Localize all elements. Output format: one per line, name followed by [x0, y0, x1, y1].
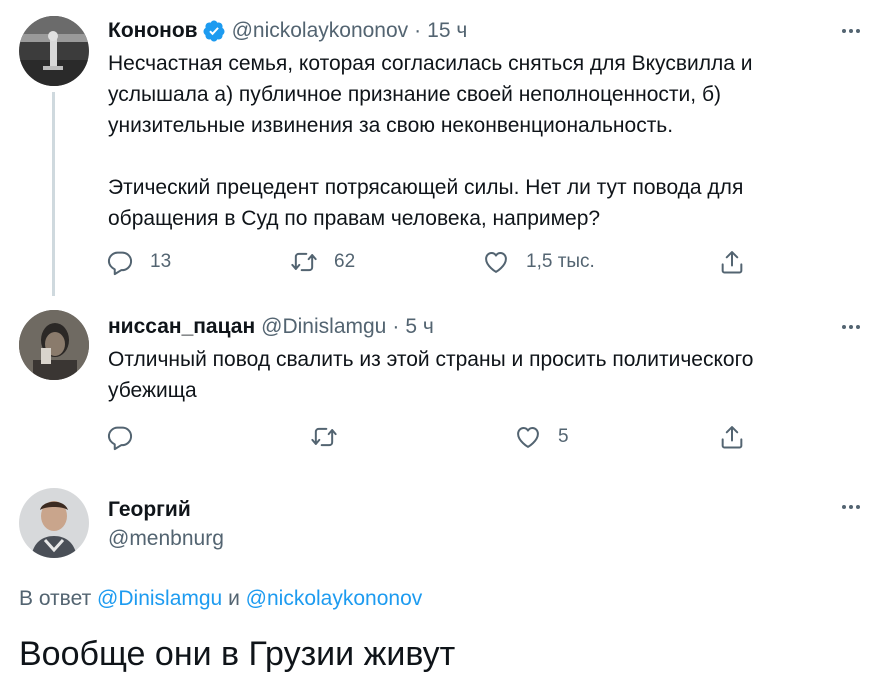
reply-icon: [106, 423, 134, 451]
tweet-timestamp[interactable]: 5 ч: [405, 315, 433, 339]
avatar-georgiy[interactable]: [19, 488, 89, 558]
like-button[interactable]: 5: [514, 420, 569, 454]
author-handle[interactable]: @Dinislamgu: [261, 315, 386, 339]
retweet-icon: [310, 423, 338, 451]
tweet-nissan[interactable]: ниссан_пацан @Dinislamgu · 5 ч Отличный …: [0, 300, 886, 470]
author-name[interactable]: ниссан_пацан: [108, 315, 255, 339]
tweet-actions: 13 62 1,5 тыс.: [106, 245, 766, 279]
tweet-actions: 5: [106, 420, 766, 454]
retweet-icon: [290, 248, 318, 276]
author-handle[interactable]: @menbnurg: [108, 527, 224, 551]
separator-dot: ·: [392, 315, 400, 338]
replying-to-link-dinislamgu[interactable]: @Dinislamgu: [97, 587, 222, 610]
verified-badge-icon: [202, 19, 226, 43]
avatar-nissan[interactable]: [19, 310, 89, 380]
like-button[interactable]: 1,5 тыс.: [482, 245, 595, 279]
tweet-text: Отличный повод свалить из этой страны и …: [108, 348, 754, 402]
author-name[interactable]: Кононов: [108, 19, 198, 43]
heart-icon: [482, 248, 510, 276]
tweet-header: ниссан_пацан @Dinislamgu · 5 ч: [108, 312, 434, 342]
tweet-kononov[interactable]: Кононов @nickolaykononov · 15 ч Несчастн…: [0, 0, 886, 300]
reply-count: 13: [150, 251, 172, 272]
replying-prefix: В ответ: [19, 587, 92, 610]
tweet-main: Георгий @menbnurg В ответ @Dinislamgu и …: [0, 470, 886, 692]
heart-icon: [514, 423, 542, 451]
share-icon: [718, 423, 746, 451]
tweet-timestamp[interactable]: 15 ч: [427, 19, 467, 43]
retweet-count: 62: [334, 251, 356, 272]
share-button[interactable]: [718, 420, 746, 454]
retweet-button[interactable]: [310, 420, 338, 454]
author-name[interactable]: Георгий: [108, 498, 191, 522]
reply-icon: [106, 248, 134, 276]
replying-to-link-nickolaykononov[interactable]: @nickolaykononov: [246, 587, 423, 610]
reply-button[interactable]: 13: [106, 245, 171, 279]
replying-to: В ответ @Dinislamgu и @nickolaykononov: [19, 587, 422, 611]
separator-dot: ·: [414, 19, 422, 42]
replying-and: и: [228, 587, 240, 610]
more-options-icon[interactable]: [838, 18, 864, 44]
share-icon: [718, 248, 746, 276]
retweet-button[interactable]: 62: [290, 245, 355, 279]
like-count: 5: [558, 426, 569, 447]
tweet-text: Несчастная семья, которая согласилась сн…: [108, 52, 753, 230]
tweet-header: Кононов @nickolaykononov · 15 ч: [108, 16, 467, 46]
share-button[interactable]: [718, 245, 746, 279]
more-options-icon[interactable]: [838, 494, 864, 520]
avatar-kononov[interactable]: [19, 16, 89, 86]
tweet-text: Вообще они в Грузии живут: [19, 635, 456, 673]
thread-line: [52, 92, 55, 296]
like-count: 1,5 тыс.: [526, 251, 595, 272]
more-options-icon[interactable]: [838, 314, 864, 340]
reply-button[interactable]: [106, 420, 134, 454]
author-handle[interactable]: @nickolaykononov: [232, 19, 409, 43]
